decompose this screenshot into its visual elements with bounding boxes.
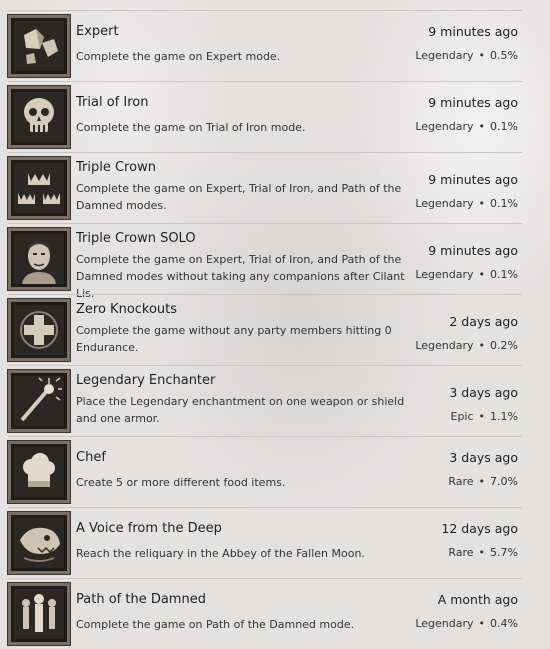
separator: • [478, 49, 486, 62]
separator: • [478, 197, 486, 210]
unlock-time: 3 days ago [449, 450, 518, 465]
row-divider [8, 10, 522, 11]
rarity-label: Legendary [415, 120, 474, 133]
achievement-row[interactable]: Legendary Enchanter Place the Legendary … [0, 365, 530, 436]
separator: • [478, 268, 486, 281]
rarity-info: Epic • 1.1% [451, 410, 519, 423]
unlock-time: 2 days ago [449, 314, 518, 329]
rarity-percent: 5.7% [490, 546, 518, 559]
achievement-row[interactable]: Zero Knockouts Complete the game without… [0, 294, 530, 365]
crowns-icon [7, 156, 71, 220]
achievement-row[interactable]: Path of the Damned Complete the game on … [0, 578, 530, 649]
achievement-row[interactable]: Triple Crown Complete the game on Expert… [0, 152, 530, 223]
separator: • [478, 475, 486, 488]
unlock-time: 9 minutes ago [428, 172, 518, 187]
achievement-description: Reach the reliquary in the Abbey of the … [76, 547, 365, 560]
separator: • [478, 120, 486, 133]
unlock-time: 9 minutes ago [428, 95, 518, 110]
rarity-label: Epic [450, 410, 474, 423]
rarity-info: Rare • 5.7% [448, 546, 518, 559]
achievement-title: Path of the Damned [76, 592, 206, 607]
chef-hat-icon [7, 440, 71, 504]
rarity-label: Legendary [415, 268, 474, 281]
beast-icon [7, 511, 71, 575]
row-divider [8, 436, 522, 437]
achievement-title: Chef [76, 450, 106, 465]
rarity-percent: 0.1% [490, 268, 518, 281]
rarity-info: Legendary • 0.1% [415, 268, 518, 281]
achievement-row[interactable]: Chef Create 5 or more different food ite… [0, 436, 530, 507]
separator: • [478, 410, 486, 423]
rarity-label: Legendary [415, 49, 474, 62]
achievement-description: Create 5 or more different food items. [76, 476, 286, 489]
achievement-description: Complete the game on Path of the Damned … [76, 618, 355, 631]
achievement-row[interactable]: Triple Crown SOLO Complete the game on E… [0, 223, 530, 300]
rarity-percent: 0.5% [490, 49, 518, 62]
unlock-time: 9 minutes ago [428, 243, 518, 258]
wand-icon [7, 369, 71, 433]
dice-icon [7, 14, 71, 78]
separator: • [478, 339, 486, 352]
achievement-row[interactable]: Expert Complete the game on Expert mode.… [0, 10, 530, 81]
rarity-percent: 7.0% [490, 475, 518, 488]
rarity-percent: 0.4% [490, 617, 518, 630]
row-divider [8, 152, 522, 153]
row-divider [8, 294, 522, 295]
achievement-title: Legendary Enchanter [76, 373, 216, 388]
rarity-percent: 0.2% [490, 339, 518, 352]
rarity-info: Legendary • 0.5% [415, 49, 518, 62]
row-divider [8, 81, 522, 82]
achievement-row[interactable]: Trial of Iron Complete the game on Trial… [0, 81, 530, 152]
rarity-info: Legendary • 0.1% [415, 197, 518, 210]
rarity-percent: 0.1% [490, 197, 518, 210]
row-divider [8, 578, 522, 579]
figures-icon [7, 582, 71, 646]
skull-icon [7, 85, 71, 149]
rarity-label: Rare [448, 546, 474, 559]
row-divider [8, 223, 522, 224]
achievement-title: A Voice from the Deep [76, 521, 222, 536]
row-divider [8, 507, 522, 508]
rarity-info: Rare • 7.0% [448, 475, 518, 488]
rarity-percent: 0.1% [490, 120, 518, 133]
rarity-info: Legendary • 0.2% [415, 339, 518, 352]
separator: • [478, 617, 486, 630]
unlock-time: A month ago [437, 592, 518, 607]
rarity-label: Rare [448, 475, 474, 488]
achievement-description: Complete the game on Expert mode. [76, 50, 281, 63]
achievement-description: Complete the game on Expert, Trial of Ir… [76, 182, 402, 212]
achievement-title: Zero Knockouts [76, 302, 178, 317]
unlock-time: 3 days ago [449, 385, 518, 400]
achievement-description: Complete the game on Trial of Iron mode. [76, 121, 306, 134]
achievement-title: Triple Crown SOLO [76, 231, 196, 246]
rarity-label: Legendary [415, 339, 474, 352]
achievement-title: Trial of Iron [76, 95, 149, 110]
rarity-info: Legendary • 0.4% [415, 617, 518, 630]
unlock-time: 9 minutes ago [428, 24, 518, 39]
achievement-title: Triple Crown [76, 160, 156, 175]
portrait-icon [7, 227, 71, 291]
achievement-row[interactable]: A Voice from the Deep Reach the reliquar… [0, 507, 530, 578]
achievement-description: Place the Legendary enchantment on one w… [76, 395, 405, 425]
cross-icon [7, 298, 71, 362]
row-divider [8, 365, 522, 366]
rarity-label: Legendary [415, 617, 474, 630]
separator: • [478, 546, 486, 559]
unlock-time: 12 days ago [441, 521, 518, 536]
rarity-percent: 1.1% [490, 410, 518, 423]
rarity-info: Legendary • 0.1% [415, 120, 518, 133]
achievement-description: Complete the game without any party memb… [76, 324, 392, 354]
achievement-title: Expert [76, 24, 119, 39]
rarity-label: Legendary [415, 197, 474, 210]
